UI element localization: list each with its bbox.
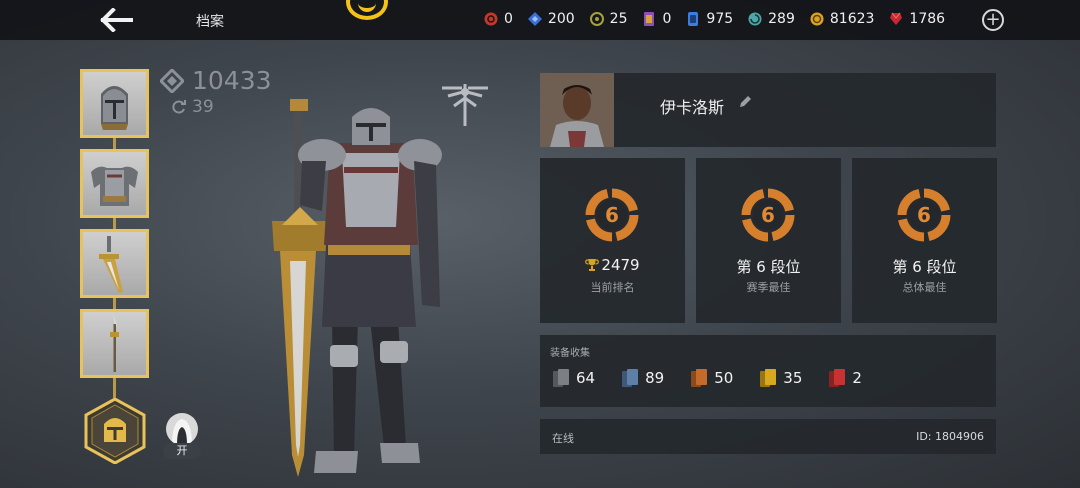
ranged-slot[interactable] <box>80 309 149 378</box>
page-title: 档案 <box>196 14 224 30</box>
red-card-icon <box>829 369 846 387</box>
currency-value: 289 <box>768 11 795 27</box>
player-id[interactable]: ID: 1804906 <box>916 430 984 443</box>
currency-red-gem[interactable]: 1786 <box>889 11 945 27</box>
collection-item-epic[interactable]: 35 <box>759 368 802 388</box>
collection-item-legendary[interactable]: 2 <box>828 368 862 388</box>
rank-tier-icon: 6 <box>897 188 951 242</box>
equipment-chain <box>113 378 116 398</box>
plus-circle-icon[interactable]: + <box>982 9 1004 31</box>
teal-spiral-icon <box>748 12 762 26</box>
power-score: 10433 <box>160 66 272 95</box>
plate-armor-icon <box>91 166 138 206</box>
gray-card-icon <box>553 369 569 387</box>
pencil-icon[interactable] <box>738 95 752 109</box>
greatsword-icon <box>99 236 123 293</box>
blue-card-icon <box>622 369 639 387</box>
online-status: 在线 <box>552 432 574 445</box>
rank-label: 当前排名 <box>590 281 635 294</box>
knight-character-model <box>272 99 442 477</box>
current-rank-card[interactable]: 6 2479 当前排名 <box>540 158 685 323</box>
currency-teal-spiral[interactable]: 289 <box>748 11 795 27</box>
rank-value: 2479 <box>540 256 685 274</box>
collection-item-uncommon[interactable]: 89 <box>621 368 664 388</box>
power-gem-icon <box>160 68 184 93</box>
currency-olive-sigil[interactable]: 25 <box>589 11 628 27</box>
profile-panel: 伊卡洛斯 <box>540 73 996 147</box>
back-button[interactable] <box>96 6 136 34</box>
currency-value: 0 <box>504 11 513 27</box>
top-bar: 档案 0 200 25 0 975 289 81623 1786 + <box>0 0 1080 40</box>
rank-value: 第 6 段位 <box>736 258 801 276</box>
toggle-label: 开 <box>163 443 201 459</box>
collection-count: 50 <box>714 369 734 387</box>
reroll-count: 39 <box>172 97 214 117</box>
rank-tier-value: 6 <box>761 203 775 227</box>
rank-tier-icon: 6 <box>741 188 795 242</box>
overall-best-card[interactable]: 6 第 6 段位 总体最佳 <box>852 158 997 323</box>
power-value: 10433 <box>192 66 272 95</box>
rank-label: 赛季最佳 <box>746 281 791 294</box>
arrow-left-icon <box>100 8 133 32</box>
weapon-slot[interactable] <box>80 229 149 298</box>
season-best-card[interactable]: 6 第 6 段位 赛季最佳 <box>696 158 841 323</box>
status-bar: 在线 ID: 1804906 <box>540 419 996 454</box>
refresh-icon <box>172 100 186 114</box>
hood-avatar-icon <box>166 413 198 445</box>
currency-value: 200 <box>547 11 575 27</box>
collection-title: 装备收集 <box>550 348 590 359</box>
rank-tier-value: 6 <box>917 203 931 227</box>
currency-value: 1786 <box>909 11 946 27</box>
equipment-collection-panel[interactable]: 装备收集 64 89 50 35 2 <box>540 335 996 407</box>
currency-blue-diamond[interactable]: 200 <box>527 11 575 27</box>
currency-value: 25 <box>609 11 628 27</box>
currency-purple-ticket[interactable]: 0 <box>642 11 671 27</box>
knight-helmet-icon <box>101 86 128 130</box>
orange-card-icon <box>691 369 708 387</box>
rank-tier-value: 6 <box>605 203 619 227</box>
currency-value: 81623 <box>829 11 875 27</box>
collection-count: 35 <box>783 369 803 387</box>
player-avatar[interactable] <box>540 73 614 147</box>
currency-bar: 0 200 25 0 975 289 81623 1786 <box>484 11 960 27</box>
red-gem-icon <box>890 12 903 25</box>
trophy-icon <box>585 259 600 271</box>
spear-icon <box>110 314 119 372</box>
currency-value: 975 <box>706 11 734 27</box>
olive-sigil-icon <box>589 12 604 26</box>
collection-count: 89 <box>645 369 665 387</box>
rank-value: 第 6 段位 <box>892 258 957 276</box>
blue-card-icon <box>688 12 699 26</box>
collection-count: 64 <box>576 369 596 387</box>
collection-count: 2 <box>852 369 862 387</box>
knight-class-badge-icon[interactable] <box>84 397 146 465</box>
helmet-slot[interactable] <box>80 69 149 138</box>
blue-diamond-icon <box>527 12 542 26</box>
collection-list: 64 89 50 35 2 <box>552 368 888 388</box>
armor-slot[interactable] <box>80 149 149 218</box>
rank-tier-icon: 6 <box>585 188 639 242</box>
red-orb-icon <box>484 12 498 26</box>
rank-label: 总体最佳 <box>902 281 947 294</box>
purple-ticket-icon <box>644 12 655 26</box>
appearance-toggle-button[interactable]: 开 <box>163 413 201 459</box>
gold-card-icon <box>760 369 777 387</box>
refresh-value: 39 <box>192 97 214 117</box>
collection-item-rare[interactable]: 50 <box>690 368 733 388</box>
collection-item-common[interactable]: 64 <box>552 368 595 388</box>
currency-value: 0 <box>662 11 672 27</box>
currency-gold-coin[interactable]: 81623 <box>810 11 875 27</box>
currency-blue-card[interactable]: 975 <box>686 11 733 27</box>
gold-faction-emblem-icon[interactable] <box>346 0 388 20</box>
gold-coin-icon <box>810 12 824 26</box>
rank-value-text: 2479 <box>601 256 640 274</box>
player-name: 伊卡洛斯 <box>660 98 725 117</box>
currency-red-orb[interactable]: 0 <box>484 11 513 27</box>
